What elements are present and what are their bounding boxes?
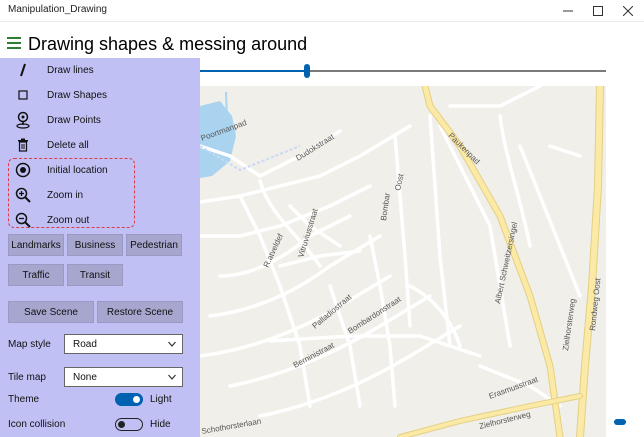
hamburger-menu-icon[interactable]: [7, 37, 21, 49]
icon-collision-toggle[interactable]: [115, 418, 143, 431]
theme-label: Theme: [8, 394, 40, 405]
close-button[interactable]: [613, 0, 643, 22]
chevron-down-icon: [168, 374, 176, 380]
menu-item-label: Delete all: [47, 139, 89, 151]
theme-state-text: Light: [150, 394, 172, 405]
menu-item-draw-points[interactable]: Draw Points: [0, 108, 200, 132]
chevron-down-icon: [168, 341, 176, 347]
map-style-dropdown[interactable]: Road: [64, 334, 183, 354]
menu-item-label: Initial location: [47, 164, 108, 176]
map-street-label: Oost: [393, 172, 405, 191]
tile-map-dropdown[interactable]: None: [64, 367, 183, 387]
tile-map-value: None: [73, 372, 97, 383]
map-pin-icon: [14, 111, 32, 129]
menu-item-zoom-in[interactable]: Zoom in: [0, 183, 200, 207]
toggle-knob: [133, 396, 140, 403]
map-street-label: Dudokstraat: [294, 132, 336, 163]
maximize-button[interactable]: [583, 0, 613, 22]
target-icon: [14, 161, 32, 179]
title-bar: Manipulation_Drawing: [0, 0, 644, 22]
window-title: Manipulation_Drawing: [8, 4, 107, 15]
menu-item-label: Draw lines: [47, 64, 94, 76]
map-street-label: Schothorsterlaan: [201, 417, 262, 436]
page-title: Drawing shapes & messing around: [28, 34, 308, 54]
theme-toggle[interactable]: [115, 393, 143, 406]
close-icon: [623, 6, 633, 16]
save-scene-button[interactable]: Save Scene: [8, 301, 94, 323]
landmarks-button[interactable]: Landmarks: [8, 234, 64, 256]
map-street-label: Zielhorsterweg: [561, 298, 577, 351]
menu-item-draw-shapes[interactable]: Draw Shapes: [0, 83, 200, 107]
icon-collision-label: Icon collision: [8, 419, 66, 430]
map-style-label: Map style: [8, 339, 51, 350]
menu-item-label: Draw Shapes: [47, 89, 108, 101]
square-icon: [14, 86, 32, 104]
restore-scene-button[interactable]: Restore Scene: [97, 301, 183, 323]
zoom-slider-thumb[interactable]: [304, 64, 310, 78]
pedestrian-button[interactable]: Pedestrian: [126, 234, 182, 256]
minimize-button[interactable]: [553, 0, 583, 22]
menu-item-initial-location[interactable]: Initial location: [0, 158, 200, 182]
map-street-label: Bombar: [379, 192, 392, 221]
minimize-icon: [563, 10, 573, 12]
trash-icon: [14, 136, 32, 154]
map-style-value: Road: [73, 339, 97, 350]
menu-item-delete-all[interactable]: Delete all: [0, 133, 200, 157]
zoom-out-icon: [14, 211, 32, 229]
maximize-icon: [593, 6, 603, 16]
app-header: Drawing shapes & messing around: [0, 22, 644, 58]
map-canvas: Dudokstraat Oost Bombar Paukenpad Poortm…: [200, 86, 604, 437]
vertical-scrollbar[interactable]: [606, 86, 644, 437]
toggle-knob: [118, 420, 125, 428]
transit-button[interactable]: Transit: [67, 264, 123, 286]
side-panel: Draw lines Draw Shapes Draw Points Delet…: [0, 58, 200, 437]
icon-collision-state-text: Hide: [150, 419, 171, 430]
zoom-in-icon: [14, 186, 32, 204]
business-button[interactable]: Business: [67, 234, 123, 256]
menu-item-label: Zoom in: [47, 189, 84, 201]
menu-item-draw-lines[interactable]: Draw lines: [0, 58, 200, 82]
zoom-slider-fill: [200, 70, 307, 72]
menu-item-label: Zoom out: [47, 214, 90, 226]
draw-line-icon: [14, 61, 32, 79]
traffic-button[interactable]: Traffic: [8, 264, 64, 286]
map-view[interactable]: Dudokstraat Oost Bombar Paukenpad Poortm…: [200, 86, 606, 437]
menu-item-zoom-out[interactable]: Zoom out: [0, 208, 200, 232]
tile-map-label: Tile map: [8, 372, 46, 383]
menu-item-label: Draw Points: [47, 114, 101, 126]
vertical-scrollbar-thumb[interactable]: [614, 419, 626, 425]
